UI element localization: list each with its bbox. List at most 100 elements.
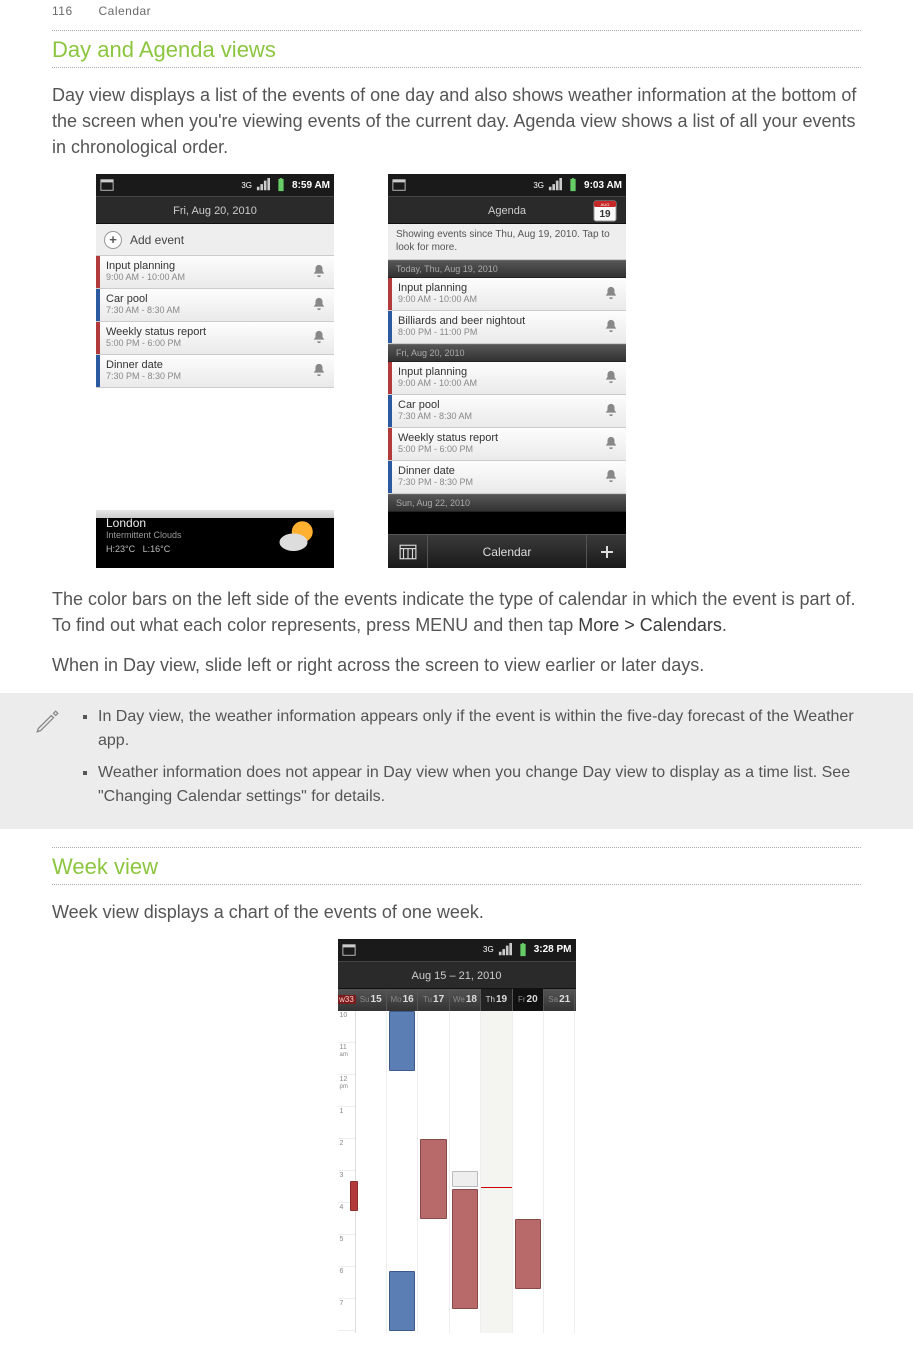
clock-text: 9:03 AM bbox=[584, 180, 622, 191]
weather-footer: London Intermittent Clouds H:23°C L:16°C bbox=[96, 510, 334, 568]
pencil-icon bbox=[34, 709, 60, 735]
color-bars-paragraph: The color bars on the left side of the e… bbox=[52, 586, 861, 638]
bell-icon bbox=[604, 436, 618, 450]
event-time: 8:00 PM - 11:00 PM bbox=[398, 327, 596, 337]
event-block[interactable] bbox=[389, 1011, 415, 1071]
event-row[interactable]: Car pool 7:30 AM - 8:30 AM bbox=[96, 289, 334, 322]
day-event-list: Input planning 9:00 AM - 10:00 AM Car po… bbox=[96, 256, 334, 388]
day-header[interactable]: Fr20 bbox=[513, 989, 544, 1011]
event-row[interactable]: Weekly status report 5:00 PM - 6:00 PM bbox=[388, 428, 626, 461]
calendar-peel-icon: 19 AUG bbox=[590, 195, 620, 225]
plus-icon bbox=[599, 544, 615, 560]
day-column bbox=[356, 1011, 387, 1333]
event-time: 5:00 PM - 6:00 PM bbox=[106, 338, 304, 348]
weather-sun-cloud-icon bbox=[276, 516, 318, 558]
event-title: Dinner date bbox=[106, 359, 304, 371]
add-event-bar[interactable]: + Add event bbox=[96, 224, 334, 256]
event-title: Input planning bbox=[106, 260, 304, 272]
color-bar bbox=[96, 355, 100, 387]
menu-path: More > Calendars bbox=[578, 615, 722, 635]
day-header[interactable]: Tu17 bbox=[418, 989, 449, 1011]
event-title: Billiards and beer nightout bbox=[398, 315, 596, 327]
week-grid[interactable]: 10 11am 12pm 1 2 3 4 5 6 7 bbox=[338, 1011, 576, 1333]
bell-icon bbox=[604, 469, 618, 483]
day-column bbox=[418, 1011, 449, 1333]
color-bar bbox=[96, 322, 100, 354]
day-header[interactable]: Sa21 bbox=[544, 989, 575, 1011]
chapter-name: Calendar bbox=[98, 4, 151, 18]
event-row[interactable]: Weekly status report 5:00 PM - 6:00 PM bbox=[96, 322, 334, 355]
event-block[interactable] bbox=[452, 1189, 478, 1309]
event-block[interactable] bbox=[420, 1139, 446, 1219]
signal-icon bbox=[256, 178, 270, 192]
page-header: 116 Calendar bbox=[0, 0, 913, 26]
bell-icon bbox=[312, 330, 326, 344]
status-bar: 3G 8:59 AM bbox=[96, 174, 334, 196]
date-group-header: Sun, Aug 22, 2010 bbox=[388, 494, 626, 512]
bell-icon bbox=[312, 264, 326, 278]
week-title-bar: Aug 15 – 21, 2010 bbox=[338, 961, 576, 989]
day-header[interactable]: Mo16 bbox=[387, 989, 418, 1011]
event-row[interactable]: Dinner date 7:30 PM - 8:30 PM bbox=[96, 355, 334, 388]
color-bar bbox=[96, 289, 100, 321]
event-block[interactable] bbox=[389, 1271, 415, 1331]
event-time: 9:00 AM - 10:00 AM bbox=[398, 294, 596, 304]
intro-paragraph: Day view displays a list of the events o… bbox=[52, 82, 861, 160]
event-row[interactable]: Input planning 9:00 AM - 10:00 AM bbox=[388, 278, 626, 311]
event-row[interactable]: Input planning 9:00 AM - 10:00 AM bbox=[388, 362, 626, 395]
screenshots-row: 3G 8:59 AM Fri, Aug 20, 2010 + Add event… bbox=[52, 174, 861, 568]
day-view-screenshot: 3G 8:59 AM Fri, Aug 20, 2010 + Add event… bbox=[96, 174, 334, 568]
hour-column: 10 11am 12pm 1 2 3 4 5 6 7 bbox=[338, 1011, 356, 1333]
event-row[interactable]: Dinner date 7:30 PM - 8:30 PM bbox=[388, 461, 626, 494]
agenda-info-strip[interactable]: Showing events since Thu, Aug 19, 2010. … bbox=[388, 224, 626, 260]
bell-icon bbox=[312, 297, 326, 311]
bell-icon bbox=[604, 403, 618, 417]
day-header-today[interactable]: Th19 bbox=[481, 989, 512, 1011]
bell-icon bbox=[604, 319, 618, 333]
bell-icon bbox=[604, 286, 618, 300]
day-column bbox=[450, 1011, 481, 1333]
day-header[interactable]: We18 bbox=[450, 989, 481, 1011]
week-view-screenshot: 3G 3:28 PM Aug 15 – 21, 2010 w33 Su15 Mo… bbox=[338, 939, 576, 1333]
event-row[interactable]: Input planning 9:00 AM - 10:00 AM bbox=[96, 256, 334, 289]
bell-icon bbox=[312, 363, 326, 377]
date-group-header: Fri, Aug 20, 2010 bbox=[388, 344, 626, 362]
event-time: 7:30 AM - 8:30 AM bbox=[398, 411, 596, 421]
svg-text:AUG: AUG bbox=[601, 202, 610, 207]
event-block[interactable] bbox=[515, 1219, 541, 1289]
event-title: Car pool bbox=[398, 399, 596, 411]
bell-icon bbox=[604, 370, 618, 384]
calendar-glyph-icon bbox=[342, 943, 356, 957]
event-row[interactable]: Car pool 7:30 AM - 8:30 AM bbox=[388, 395, 626, 428]
event-title: Dinner date bbox=[398, 465, 596, 477]
battery-icon bbox=[274, 178, 288, 192]
clock-text: 3:28 PM bbox=[534, 944, 572, 955]
network-3g-icon: 3G bbox=[533, 181, 544, 190]
bottom-calendar-button[interactable] bbox=[388, 535, 428, 568]
event-time: 5:00 PM - 6:00 PM bbox=[398, 444, 596, 454]
note-box: In Day view, the weather information app… bbox=[0, 693, 913, 829]
event-time: 9:00 AM - 10:00 AM bbox=[106, 272, 304, 282]
event-row[interactable]: Billiards and beer nightout 8:00 PM - 11… bbox=[388, 311, 626, 344]
calendar-glyph-icon bbox=[100, 178, 114, 192]
event-title: Input planning bbox=[398, 282, 596, 294]
clock-text: 8:59 AM bbox=[292, 180, 330, 191]
event-time: 7:30 PM - 8:30 PM bbox=[106, 371, 304, 381]
battery-icon bbox=[566, 178, 580, 192]
event-block[interactable] bbox=[350, 1181, 358, 1211]
event-title: Weekly status report bbox=[398, 432, 596, 444]
plus-icon: + bbox=[104, 231, 122, 249]
color-bar bbox=[388, 311, 392, 343]
note-list: In Day view, the weather information app… bbox=[80, 705, 861, 817]
bottom-add-button[interactable] bbox=[586, 535, 626, 568]
bottom-bar-label: Calendar bbox=[428, 545, 586, 559]
color-bar bbox=[388, 461, 392, 493]
event-title: Car pool bbox=[106, 293, 304, 305]
event-block[interactable] bbox=[452, 1171, 478, 1187]
day-header[interactable]: Su15 bbox=[356, 989, 387, 1011]
day-column bbox=[481, 1011, 512, 1333]
status-bar: 3G 9:03 AM bbox=[388, 174, 626, 196]
section-title-day-agenda: Day and Agenda views bbox=[52, 31, 861, 68]
add-event-label: Add event bbox=[130, 233, 184, 247]
page-number: 116 bbox=[52, 4, 73, 18]
